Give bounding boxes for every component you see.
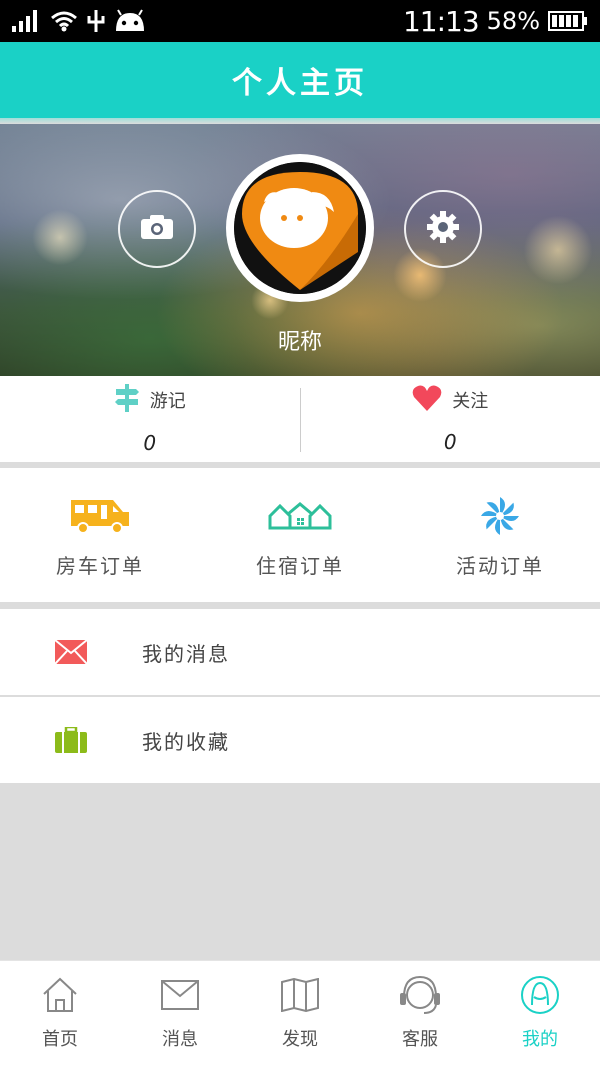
menu-label: 我的消息 [142,641,230,666]
signpost-icon [114,383,140,417]
mail-icon [161,973,199,1017]
nav-label: 首页 [42,1029,78,1050]
rv-icon [69,494,131,538]
houses-icon [268,494,332,538]
heart-icon [412,385,442,416]
wifi-icon [50,8,78,34]
stat-following[interactable]: 关注 0 [301,376,600,462]
bottom-nav: 首页 消息 发现 客服 我的 [0,960,600,1067]
order-label: 住宿订单 [256,554,344,578]
nav-label: 客服 [402,1029,438,1050]
avatar-mascot-icon [234,162,366,294]
stat-label: 游记 [149,391,186,412]
nav-discover[interactable]: 发现 [240,961,360,1067]
clock: 11:13 [402,4,480,38]
activity-order-button[interactable]: 活动订单 [400,468,600,602]
status-bar: 11:13 58% [0,0,600,42]
headset-icon [398,973,442,1017]
stat-travel-notes[interactable]: 游记 0 [0,376,300,462]
stat-label: 关注 [452,391,489,412]
battery-percent: 58% [486,7,540,35]
settings-button[interactable] [404,190,482,268]
order-label: 活动订单 [456,554,544,578]
stat-count: 0 [143,430,157,455]
nav-label: 发现 [282,1029,318,1050]
nav-label: 消息 [162,1029,198,1050]
nav-me[interactable]: 我的 [480,961,600,1067]
signal-icon [12,8,42,34]
nickname[interactable]: 昵称 [0,324,600,356]
camera-button[interactable] [118,190,196,268]
nav-home[interactable]: 首页 [0,961,120,1067]
stats-bar: 游记 0 关注 0 [0,376,600,462]
stat-count: 0 [443,429,457,454]
home-icon [41,973,79,1017]
lodging-order-button[interactable]: 住宿订单 [200,468,400,602]
menu-label: 我的收藏 [142,729,230,754]
order-label: 房车订单 [56,554,144,578]
battery-icon [548,8,588,34]
my-messages-row[interactable]: 我的消息 [0,609,600,695]
title-bar: 个人主页 [0,42,600,118]
camera-icon [139,213,175,245]
avatar[interactable] [226,154,374,302]
briefcase-icon [0,727,142,753]
gear-icon [426,210,460,248]
usb-icon [86,8,106,34]
my-favorites-row[interactable]: 我的收藏 [0,697,600,783]
nav-label: 我的 [522,1029,558,1050]
map-icon [281,973,319,1017]
nav-messages[interactable]: 消息 [120,961,240,1067]
rv-order-button[interactable]: 房车订单 [0,468,200,602]
profile-header: 昵称 [0,124,600,376]
envelope-icon [0,640,142,664]
user-icon [520,973,560,1017]
pinwheel-icon [479,494,521,538]
orders-section: 房车订单 住宿订单 活动订单 [0,468,600,602]
nav-customer-service[interactable]: 客服 [360,961,480,1067]
android-icon [114,8,146,34]
page-title: 个人主页 [232,66,368,101]
